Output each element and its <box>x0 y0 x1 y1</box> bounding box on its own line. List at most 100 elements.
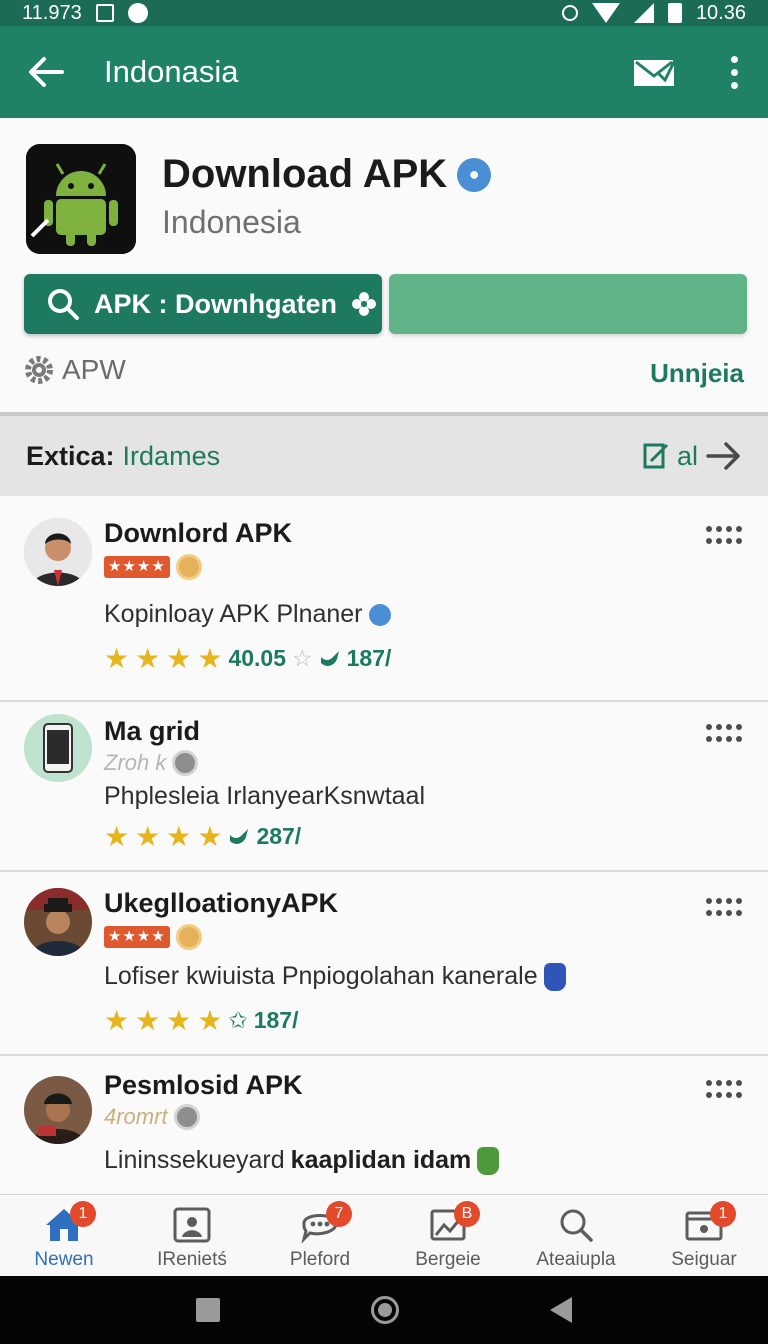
system-navigation <box>0 1276 768 1344</box>
item-description-bold: kaaplidan idam <box>290 1146 472 1174</box>
flower-icon <box>352 292 376 316</box>
section-header: Extica: Irdames al <box>0 412 768 496</box>
download-count: 187/ <box>346 645 392 671</box>
home-button-icon[interactable] <box>370 1296 399 1324</box>
nav-item-newen[interactable]: Newen 1 <box>0 1195 128 1276</box>
item-description-text: Lininssekueyard <box>104 1146 285 1174</box>
bird-icon <box>320 650 339 666</box>
avatar <box>24 714 92 782</box>
star-icon: ★ <box>197 1005 223 1036</box>
back-arrow-glyph <box>29 57 64 87</box>
bottom-navigation: Newen 1 IRenietś Pleford 7 Bergeie B Ate… <box>0 1194 768 1276</box>
item-badges: 4romrt <box>104 1104 200 1130</box>
nav-label: Bergeie <box>415 1249 481 1270</box>
person-avatar-glyph <box>24 518 92 586</box>
nav-badge: 1 <box>710 1201 736 1227</box>
star-icon: ★ <box>104 1005 130 1036</box>
wifi-icon <box>591 3 620 23</box>
list-item[interactable]: Pesmlosid APK 4romrt Lininssekueyard kaa… <box>0 1056 768 1194</box>
item-meta: 4romrt <box>104 1104 168 1129</box>
android-logo-icon <box>26 144 136 254</box>
arrow-right-icon <box>706 442 740 470</box>
app-header-card: Download APK ● Indonesia APK : Downhgate… <box>0 118 768 412</box>
star-icon: ★ <box>104 643 130 674</box>
section-see-all-button[interactable]: al <box>643 441 742 472</box>
app-bar-title: Indonasia <box>104 54 239 89</box>
list-item[interactable]: Ma grid Zroh k Phplesleia IrlanyearKsnwt… <box>0 702 768 872</box>
item-stats: ★ ★ ★ ★ 287/ <box>104 820 301 853</box>
android-robot-glyph <box>26 144 136 254</box>
star-green-icon: ✩ <box>228 1007 248 1033</box>
item-menu-icon[interactable] <box>706 1080 742 1098</box>
item-title: Ma grid <box>104 716 201 746</box>
alarm-icon <box>561 5 578 21</box>
search-icon <box>556 1207 596 1243</box>
item-description: Kopinloay APK Plnaner <box>104 600 391 629</box>
nav-item-bergeie[interactable]: Bergeie B <box>384 1195 512 1276</box>
coin-icon <box>175 924 202 950</box>
verified-icon: ● <box>457 157 492 192</box>
avatar <box>24 1076 92 1144</box>
section-title: Extica: <box>26 440 115 471</box>
item-menu-icon[interactable] <box>706 898 742 916</box>
item-description: Lofiser kwiuista Pnpiogolahan kanerale <box>104 962 566 991</box>
header-subtitle: Indonesia <box>162 204 301 240</box>
back-arrow-icon[interactable] <box>22 48 70 96</box>
status-left: 11.973 <box>22 2 148 25</box>
item-description-text: Kopinloay APK Plnaner <box>104 600 363 628</box>
header-meta-label: APW <box>62 354 126 385</box>
star-icon: ★ <box>166 821 192 852</box>
search-download-button[interactable]: APK : Downhgaten <box>24 274 382 334</box>
verified-gray-icon <box>173 1104 200 1130</box>
item-badges: Zroh k <box>104 750 199 776</box>
item-title: UkeglloationyAPK <box>104 888 339 918</box>
nav-item-renietś[interactable]: IRenietś <box>128 1195 256 1276</box>
item-description: Lininssekueyard kaaplidan idam <box>104 1146 500 1175</box>
back-triangle-icon[interactable] <box>550 1297 573 1323</box>
avatar <box>24 518 92 586</box>
item-description-text: Phplesleia IrlanyearKsnwtaal <box>104 782 426 810</box>
list-item[interactable]: Downlord APK ★★★★ Kopinloay APK Plnaner … <box>0 496 768 702</box>
verified-gray-icon <box>172 750 199 776</box>
item-title: Downlord APK <box>104 518 292 548</box>
rating-badge: ★★★★ <box>104 556 170 578</box>
list-item[interactable]: UkeglloationyAPK ★★★★ Lofiser kwiuista P… <box>0 872 768 1056</box>
mail-check-glyph <box>634 57 677 86</box>
item-description: Phplesleia IrlanyearKsnwtaal <box>104 782 425 811</box>
contact-card-glyph <box>173 1207 211 1243</box>
nav-badge: 1 <box>70 1201 96 1227</box>
edit-icon <box>643 443 669 469</box>
notification-icon <box>127 3 148 23</box>
item-stats: ★ ★ ★ ★ ✩ 187/ <box>104 1004 298 1037</box>
shield-icon <box>368 603 391 626</box>
secondary-action-button[interactable] <box>389 274 747 334</box>
star-icon: ★ <box>197 643 223 674</box>
item-meta: Zroh k <box>104 750 167 775</box>
nav-item-seiguar[interactable]: Seiguar 1 <box>640 1195 768 1276</box>
signal-icon <box>633 3 654 23</box>
phone-avatar-glyph <box>24 714 92 782</box>
item-description-text: Lofiser kwiuista Pnpiogolahan kanerale <box>104 962 538 990</box>
more-vert-icon[interactable] <box>722 52 746 92</box>
gear-icon <box>25 356 53 384</box>
status-time-right: 10.36 <box>695 1 746 24</box>
item-menu-icon[interactable] <box>706 724 742 742</box>
mail-check-icon[interactable] <box>632 52 678 92</box>
search-glyph <box>560 1209 593 1242</box>
header-title: Download APK <box>162 152 448 196</box>
star-icon: ★ <box>166 643 192 674</box>
nav-label: IRenietś <box>157 1249 227 1270</box>
nav-item-pleford[interactable]: Pleford 7 <box>256 1195 384 1276</box>
sim-icon <box>95 4 114 22</box>
nav-item-ateaiupla[interactable]: Ateaiupla <box>512 1195 640 1276</box>
status-time-left: 11.973 <box>22 1 82 24</box>
item-badges: ★★★★ <box>104 924 202 950</box>
header-link[interactable]: Unnjeia <box>650 358 744 389</box>
item-stats: ★ ★ ★ ★ 40.05 ☆ 187/ <box>104 642 391 675</box>
item-badges: ★★★★ <box>104 554 202 580</box>
item-menu-icon[interactable] <box>706 526 742 544</box>
download-count: 287/ <box>256 823 302 849</box>
recents-icon[interactable] <box>195 1298 220 1322</box>
battery-icon <box>667 3 682 23</box>
star-icon: ★ <box>197 821 223 852</box>
